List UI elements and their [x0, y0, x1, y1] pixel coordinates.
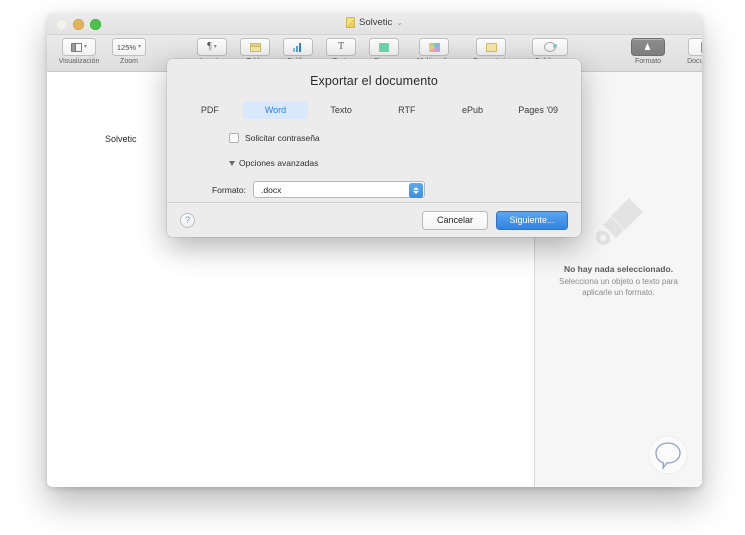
- document-file-icon: [346, 17, 355, 28]
- require-password-row[interactable]: Solicitar contraseña: [229, 133, 581, 143]
- title-chevron-down-icon[interactable]: ⌄: [396, 18, 403, 27]
- tab-texto[interactable]: Texto: [308, 101, 374, 119]
- dialog-title: Exportar el documento: [167, 59, 581, 88]
- document-body-text[interactable]: Solvetic: [105, 134, 137, 144]
- document-icon: [701, 42, 703, 53]
- toolbar-documento-button[interactable]: Documento: [679, 38, 702, 65]
- toolbar-documento-label: Documento: [687, 58, 702, 65]
- chevron-down-icon: [413, 191, 419, 194]
- dialog-options: Solicitar contraseña Opciones avanzadas …: [167, 119, 581, 198]
- chevron-down-icon: ▾: [214, 44, 217, 50]
- paragraph-icon: ¶: [207, 42, 212, 52]
- tab-epub[interactable]: ePub: [440, 101, 506, 119]
- tab-rtf[interactable]: RTF: [374, 101, 440, 119]
- shape-icon: [379, 43, 389, 52]
- next-button[interactable]: Siguiente...: [496, 211, 568, 230]
- toolbar-formato-label: Formato: [635, 58, 661, 65]
- media-icon: [429, 43, 440, 52]
- chevron-down-icon: ▾: [84, 44, 87, 50]
- format-selected-value: .docx: [261, 185, 281, 195]
- format-select[interactable]: .docx: [253, 181, 425, 198]
- comment-icon: [486, 43, 497, 52]
- advanced-options-label: Opciones avanzadas: [239, 158, 318, 168]
- sidebar-empty-title: No hay nada seleccionado.: [549, 264, 688, 274]
- table-icon: [250, 43, 261, 52]
- toolbar-zoom-button[interactable]: 125% ▾ Zoom: [110, 38, 148, 65]
- tab-word[interactable]: Word: [243, 101, 309, 119]
- format-label: Formato:: [197, 185, 246, 195]
- advanced-options-disclosure[interactable]: Opciones avanzadas: [229, 158, 581, 168]
- export-format-tabs: PDF Word Texto RTF ePub Pages '09: [167, 101, 581, 119]
- cancel-button[interactable]: Cancelar: [422, 211, 488, 230]
- toolbar-zoom-label: Zoom: [120, 58, 138, 65]
- chart-icon: [293, 43, 304, 52]
- toolbar-left-group: ▾ Visualización 125% ▾ Zoom: [53, 38, 148, 65]
- window-titlebar: Solvetic ⌄: [47, 13, 702, 35]
- format-stepper-icon[interactable]: [409, 183, 423, 198]
- sidebar-empty-subtitle: Selecciona un objeto o texto para aplica…: [549, 277, 688, 299]
- format-brush-icon: [643, 42, 654, 52]
- text-icon: T: [338, 42, 344, 52]
- pages-window: Solvetic ⌄ ▾ Visualización 125% ▾ Zoom: [47, 13, 702, 487]
- toolbar-view-label: Visualización: [59, 58, 100, 65]
- tab-pages-09[interactable]: Pages '09: [505, 101, 571, 119]
- chevron-down-icon: ▾: [138, 44, 141, 50]
- paintbrush-icon: [589, 192, 649, 252]
- chevron-down-icon[interactable]: [229, 161, 235, 166]
- zoom-level-value: 125%: [117, 43, 136, 52]
- view-icon: [71, 43, 82, 52]
- help-button[interactable]: ?: [180, 213, 195, 228]
- comment-bubble-icon[interactable]: [648, 435, 688, 475]
- toolbar-view-button[interactable]: ▾ Visualización: [53, 38, 105, 65]
- require-password-label: Solicitar contraseña: [245, 133, 320, 143]
- toolbar-formato-button[interactable]: Formato: [622, 38, 674, 65]
- window-title-group: Solvetic ⌄: [47, 17, 702, 28]
- toolbar-right-group: Formato Documento: [622, 38, 702, 65]
- require-password-checkbox[interactable]: [229, 133, 239, 143]
- collaborate-icon: [544, 42, 556, 52]
- export-document-dialog: Exportar el documento PDF Word Texto RTF…: [167, 59, 581, 237]
- dialog-footer: ? Cancelar Siguiente...: [167, 202, 581, 237]
- dialog-actions: Cancelar Siguiente...: [422, 211, 568, 230]
- tab-pdf[interactable]: PDF: [177, 101, 243, 119]
- chevron-up-icon: [413, 187, 419, 190]
- format-row: Formato: .docx: [197, 181, 581, 198]
- window-title: Solvetic: [359, 17, 392, 28]
